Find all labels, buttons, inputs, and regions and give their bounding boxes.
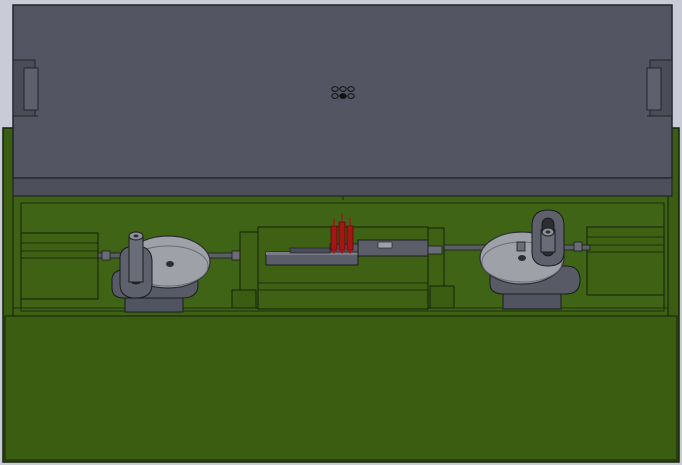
left-pulley-hub — [166, 261, 174, 267]
left-bearing — [101, 250, 111, 261]
center-slider-detail — [377, 241, 393, 249]
right-cover-clip — [646, 59, 673, 117]
right-bearing — [516, 241, 526, 252]
left-post-bolt — [133, 234, 139, 238]
left-collar — [231, 250, 241, 261]
right-pulley-hub — [518, 255, 526, 261]
center-slider-detail — [289, 247, 331, 254]
cad-viewport[interactable] — [0, 0, 682, 465]
center-slider-block — [357, 239, 429, 257]
cad-model-scene[interactable] — [0, 0, 682, 465]
right-collar — [573, 241, 583, 252]
top-cover-lower-band — [12, 177, 673, 197]
right-post-bolt — [545, 230, 551, 234]
left-post — [128, 235, 144, 283]
center-shaft-link — [427, 245, 443, 255]
top-cover[interactable] — [12, 4, 673, 200]
left-side-block — [20, 232, 99, 300]
base-plate-front-face — [4, 315, 678, 461]
red-probe-pins[interactable] — [330, 214, 354, 254]
left-cover-clip — [12, 59, 39, 117]
right-side-block — [586, 226, 665, 296]
